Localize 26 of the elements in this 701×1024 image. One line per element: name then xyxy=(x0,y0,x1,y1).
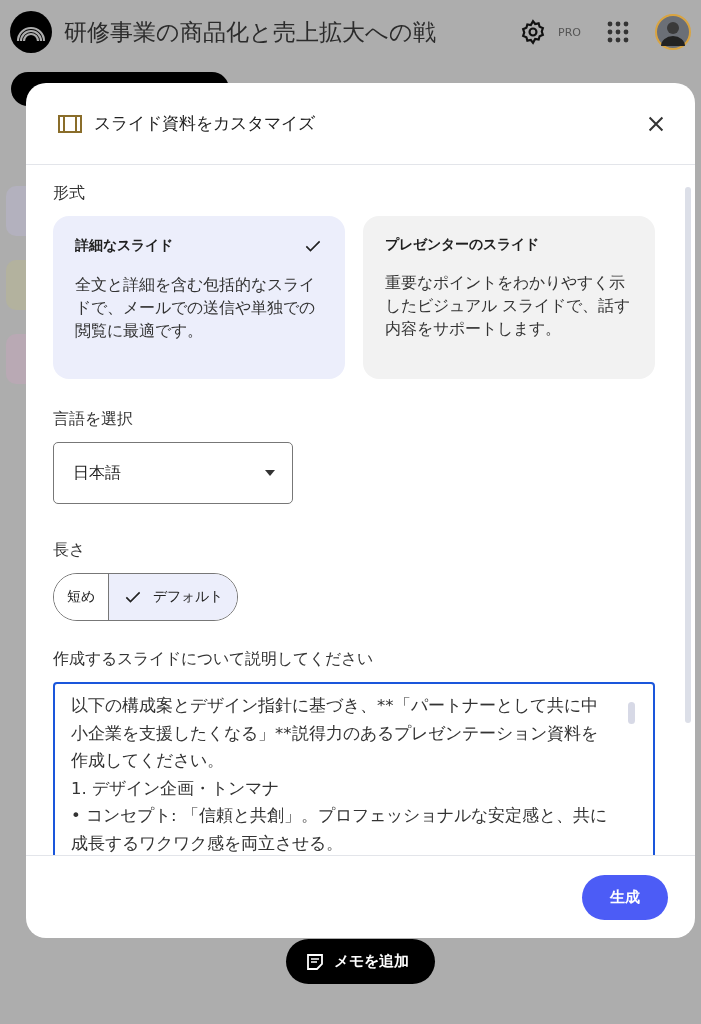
section-label: 言語を選択 xyxy=(53,409,134,430)
dropdown-arrow-icon xyxy=(264,469,276,477)
format-option[interactable]: 詳細なスライド 全文と詳細を含む包括的なスライドで、メールでの送信や単独での閲覧に最適です。 xyxy=(53,216,345,379)
option-title: プレゼンターのスライド xyxy=(385,236,539,254)
settings-icon[interactable] xyxy=(520,19,547,45)
scrollbar[interactable] xyxy=(628,702,635,724)
section-label: 作成するスライドについて説明してください xyxy=(53,649,374,670)
language-select[interactable]: 日本語 xyxy=(53,442,293,504)
option-description: 重要なポイントをわかりやすく示したビジュアル スライドで、話す内容をサポートします。 xyxy=(385,273,631,340)
format-option[interactable]: プレゼンターのスライド 重要なポイントをわかりやすく示したビジュアル スライドで、話す内容をサポートします。 xyxy=(363,216,655,379)
dialog-title: スライド資料をカスタマイズ xyxy=(94,112,316,135)
avatar[interactable] xyxy=(655,14,691,50)
generate-button[interactable]: 生成 xyxy=(582,874,668,920)
scrollbar[interactable] xyxy=(685,187,691,723)
apps-icon[interactable] xyxy=(607,21,629,43)
section-label: 形式 xyxy=(53,183,86,204)
note-icon xyxy=(306,952,324,971)
option-title: 詳細なスライド xyxy=(75,237,173,255)
notebook-title[interactable]: 研修事業の商品化と売上拡大への戦 xyxy=(64,16,509,48)
length-option[interactable]: デフォルト xyxy=(108,574,237,620)
option-description: 全文と詳細を含む包括的なスライドで、メールでの送信や単独での閲覧に最適です。 xyxy=(75,275,316,342)
slides-icon xyxy=(58,113,82,134)
app-logo[interactable] xyxy=(10,11,52,53)
pro-label: PRO xyxy=(558,25,581,39)
section-label: 長さ xyxy=(53,540,86,561)
add-note-button[interactable]: メモを追加 xyxy=(286,939,435,984)
